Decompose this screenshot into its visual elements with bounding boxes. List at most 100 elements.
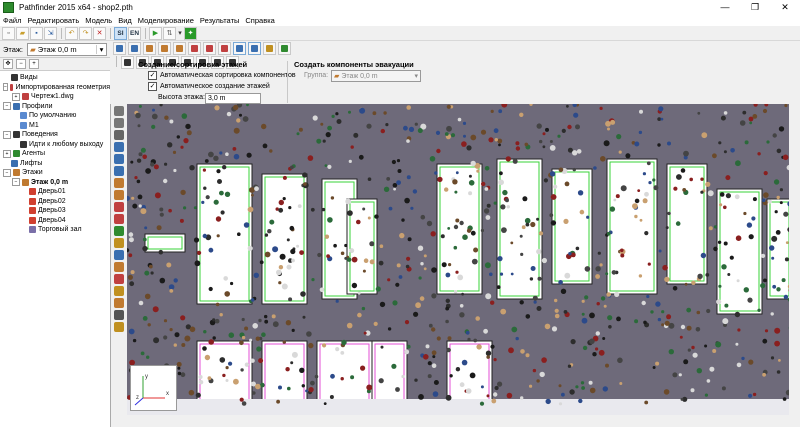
occupant[interactable] — [646, 294, 650, 299]
occupant[interactable] — [224, 191, 231, 197]
occupant[interactable] — [310, 380, 315, 386]
floor-icon[interactable] — [248, 42, 261, 55]
grid-icon[interactable] — [263, 42, 276, 55]
occupant[interactable] — [398, 275, 403, 279]
occupant[interactable] — [557, 134, 561, 138]
occupant[interactable] — [246, 104, 249, 107]
occupant[interactable] — [603, 304, 607, 308]
occupant[interactable] — [668, 349, 674, 355]
occupant[interactable] — [385, 123, 389, 127]
occupant[interactable] — [219, 313, 223, 317]
occupant[interactable] — [207, 376, 212, 381]
occupant[interactable] — [737, 328, 741, 332]
occupant[interactable] — [648, 181, 652, 185]
front-view-icon[interactable] — [143, 42, 156, 55]
3d-viewport[interactable] — [127, 104, 800, 415]
occupant[interactable] — [602, 337, 606, 340]
occupant[interactable] — [561, 392, 565, 397]
occupant[interactable] — [683, 150, 689, 157]
occupant[interactable] — [762, 372, 766, 377]
tree-item[interactable]: − Импортированная геометрия — [0, 83, 110, 93]
top-view-icon[interactable] — [128, 42, 141, 55]
occupant[interactable] — [132, 338, 137, 343]
occupant[interactable] — [159, 207, 164, 212]
occupant[interactable] — [462, 121, 467, 125]
occupant[interactable] — [286, 238, 290, 242]
occupant[interactable] — [713, 246, 718, 252]
locate-icon[interactable]: ✥ — [3, 59, 13, 69]
occupant[interactable] — [712, 153, 717, 159]
occupant[interactable] — [250, 298, 255, 302]
occupant[interactable] — [374, 214, 379, 219]
occupant[interactable] — [776, 195, 780, 200]
occupant[interactable] — [233, 153, 240, 160]
occupant[interactable] — [657, 317, 662, 322]
occupant[interactable] — [735, 342, 739, 346]
occupant[interactable] — [430, 231, 436, 237]
occupant[interactable] — [230, 281, 234, 286]
occupant[interactable] — [226, 111, 232, 117]
occupant[interactable] — [455, 218, 460, 223]
occupant[interactable] — [401, 374, 405, 379]
occupant[interactable] — [142, 316, 148, 321]
occupant[interactable] — [204, 159, 209, 163]
occupant[interactable] — [459, 220, 464, 226]
occupant[interactable] — [360, 365, 366, 371]
occupant[interactable] — [480, 228, 484, 233]
occupant[interactable] — [690, 388, 695, 393]
occupant[interactable] — [213, 155, 219, 161]
elevator-icon[interactable] — [114, 238, 124, 248]
occupant[interactable] — [290, 165, 294, 170]
occupant[interactable] — [697, 111, 701, 115]
occupant[interactable] — [610, 119, 616, 125]
occupant[interactable] — [564, 181, 570, 187]
import-icon[interactable]: ⇲ — [44, 26, 57, 40]
occupant[interactable] — [228, 361, 233, 366]
occupant[interactable] — [470, 160, 476, 167]
occupant[interactable] — [340, 377, 344, 381]
occupant[interactable] — [428, 323, 433, 328]
occupant[interactable] — [136, 179, 141, 184]
occupant[interactable] — [644, 400, 649, 405]
occupant[interactable] — [323, 402, 327, 405]
occupant[interactable] — [581, 386, 585, 390]
occupant[interactable] — [723, 205, 727, 210]
occupant[interactable] — [217, 179, 222, 184]
occupant[interactable] — [311, 278, 315, 282]
occupant[interactable] — [375, 286, 381, 292]
occupant[interactable] — [747, 297, 753, 303]
occupant[interactable] — [596, 302, 600, 306]
occupant[interactable] — [203, 186, 207, 190]
occupant[interactable] — [480, 129, 487, 135]
occupant[interactable] — [644, 191, 649, 197]
minimize-button[interactable]: — — [710, 0, 740, 14]
occupant[interactable] — [581, 312, 585, 316]
occupant[interactable] — [134, 176, 138, 180]
expand-toggle-icon[interactable]: − — [3, 102, 11, 111]
occupant[interactable] — [239, 397, 244, 402]
occupant[interactable] — [158, 249, 164, 255]
occupant[interactable] — [676, 174, 682, 180]
occupant[interactable] — [147, 323, 151, 327]
occupant[interactable] — [469, 372, 476, 379]
occupant[interactable] — [233, 378, 239, 385]
occupant[interactable] — [215, 216, 222, 222]
occupant[interactable] — [351, 256, 358, 263]
occupant[interactable] — [291, 351, 298, 358]
occupant[interactable] — [713, 225, 718, 229]
occupant[interactable] — [716, 299, 722, 305]
occupant[interactable] — [278, 199, 284, 206]
occupant[interactable] — [264, 251, 271, 258]
occupant[interactable] — [216, 169, 221, 174]
occupant[interactable] — [525, 222, 530, 227]
occupant[interactable] — [401, 218, 405, 222]
occupant[interactable] — [485, 293, 492, 300]
occupant[interactable] — [593, 166, 597, 170]
occupant[interactable] — [607, 231, 611, 236]
occupant[interactable] — [739, 120, 746, 126]
occupant[interactable] — [392, 300, 398, 306]
occupant[interactable] — [779, 188, 784, 192]
occupant[interactable] — [570, 339, 576, 345]
occupant[interactable] — [700, 190, 704, 194]
occupant[interactable] — [232, 147, 237, 151]
